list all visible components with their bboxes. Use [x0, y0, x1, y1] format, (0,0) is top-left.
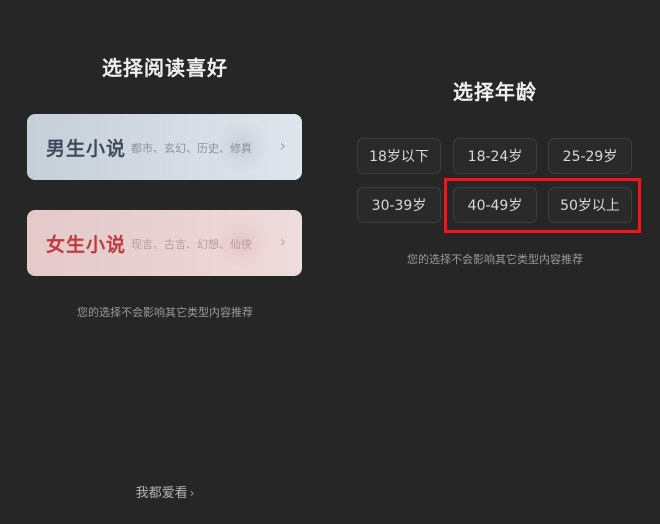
female-novel-label: 女生小说: [46, 234, 127, 256]
age-option-under-18[interactable]: 18岁以下: [357, 138, 441, 174]
male-novel-label: 男生小说: [46, 138, 127, 160]
chevron-right-icon: ›: [279, 136, 286, 155]
male-novel-card[interactable]: 男生小说 都市、玄幻、历史、修真 ›: [27, 114, 302, 180]
age-option-18-24[interactable]: 18-24岁: [453, 138, 537, 174]
preference-note: 您的选择不会影响其它类型内容推荐: [77, 306, 253, 319]
age-option-40-49[interactable]: 40-49岁: [453, 187, 537, 223]
age-note: 您的选择不会影响其它类型内容推荐: [407, 253, 583, 266]
age-option-50-plus[interactable]: 50岁以上: [548, 187, 632, 223]
chevron-right-icon: ›: [279, 232, 286, 251]
age-option-25-29[interactable]: 25-29岁: [548, 138, 632, 174]
love-all-button[interactable]: 我都爱看 ›: [0, 482, 330, 501]
chevron-right-icon: ›: [189, 486, 195, 500]
male-novel-subtitle: 都市、玄幻、历史、修真: [131, 142, 252, 155]
female-novel-subtitle: 现言、古言、幻想、仙侠: [131, 238, 252, 251]
age-selection-title: 选择年龄: [453, 80, 537, 104]
love-all-label: 我都爱看: [135, 486, 188, 501]
reading-preference-title: 选择阅读喜好: [102, 56, 228, 80]
age-option-30-39[interactable]: 30-39岁: [357, 187, 441, 223]
female-novel-card[interactable]: 女生小说 现言、古言、幻想、仙侠 ›: [27, 210, 302, 276]
